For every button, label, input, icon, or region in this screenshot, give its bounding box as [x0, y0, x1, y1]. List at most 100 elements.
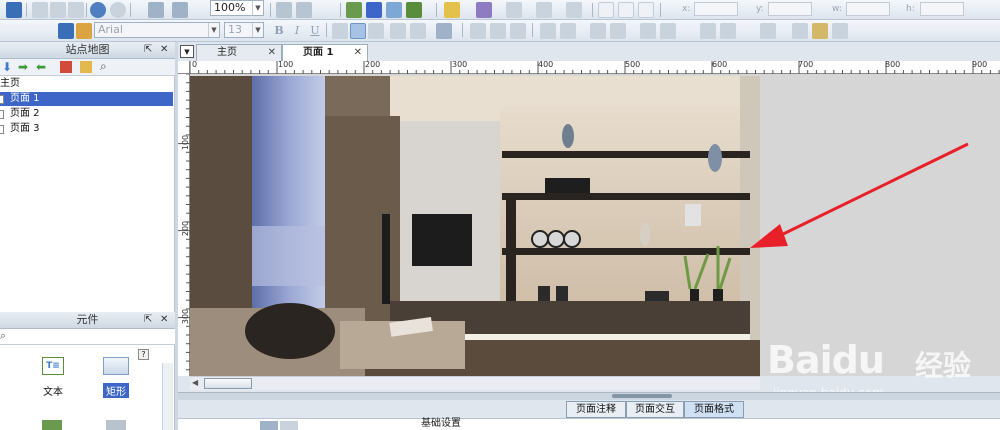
distribute-h-icon[interactable]	[590, 23, 606, 39]
arrange-icon[interactable]	[276, 2, 292, 18]
indent-icon[interactable]: ➡	[18, 60, 28, 74]
bottom-splitter[interactable]	[178, 392, 1000, 400]
widget-rectangle[interactable]: 矩形	[96, 357, 136, 398]
splitter-grip[interactable]	[612, 394, 672, 398]
search-icon[interactable]: ⌕	[100, 59, 107, 74]
tab-page-format[interactable]: 页面格式	[684, 401, 744, 418]
sitemap-title: 站点地图	[65, 43, 110, 56]
publish-icon[interactable]	[406, 2, 422, 18]
cut-icon[interactable]	[32, 2, 48, 18]
h-field[interactable]	[920, 2, 964, 16]
home-icon[interactable]	[812, 23, 828, 39]
align-objects-2-icon[interactable]	[660, 23, 676, 39]
tab-page-interactions[interactable]: 页面交互	[626, 401, 684, 418]
connector-icon[interactable]	[172, 2, 188, 18]
layout-center-icon[interactable]	[280, 421, 298, 430]
close-icon[interactable]: ✕	[268, 45, 276, 60]
widget-search[interactable]: ⌕	[0, 329, 175, 345]
preview-icon[interactable]	[386, 2, 402, 18]
generate-word-icon[interactable]	[366, 2, 382, 18]
widget-text[interactable]: T≡ 文本	[33, 357, 73, 398]
ruler-label: 300	[181, 308, 191, 325]
distribute-v-icon[interactable]	[610, 23, 626, 39]
scroll-thumb[interactable]	[204, 378, 252, 389]
font-family-select[interactable]: Arial ▼	[94, 22, 220, 38]
tree-page-3[interactable]: 页面 3	[0, 122, 173, 136]
format-painter-icon[interactable]	[76, 23, 92, 39]
save-icon[interactable]	[6, 2, 22, 18]
redo-icon[interactable]	[110, 2, 126, 18]
tab-page-1[interactable]: 页面 1 ✕	[282, 44, 368, 61]
tree-page-2[interactable]: 页面 2	[0, 107, 173, 121]
group-icon[interactable]	[410, 23, 426, 39]
send-back-icon[interactable]	[560, 23, 576, 39]
align-left-icon[interactable]	[332, 23, 348, 39]
paragraph-style-icon[interactable]	[58, 23, 74, 39]
living-room-image[interactable]	[190, 76, 760, 376]
widget-placeholder-icon[interactable]	[106, 420, 126, 430]
master-icon[interactable]	[832, 23, 848, 39]
border-top-icon[interactable]	[598, 2, 614, 18]
valign-bottom-icon[interactable]	[510, 23, 526, 39]
help-icon[interactable]: ?	[138, 349, 149, 360]
h-label: h:	[906, 4, 915, 14]
close-icon[interactable]: ✕	[160, 312, 168, 328]
align-right-icon[interactable]	[368, 23, 384, 39]
line-style-icon[interactable]	[536, 2, 552, 18]
format-toolbar: Arial ▼ 13 ▼ B I U	[0, 20, 1000, 42]
bullet-list-icon[interactable]	[390, 23, 406, 39]
scroll-left-icon[interactable]: ◀	[192, 378, 198, 387]
border-middle-icon[interactable]	[618, 2, 634, 18]
page-props-icon[interactable]	[80, 61, 92, 73]
bring-front-icon[interactable]	[540, 23, 556, 39]
tab-page-notes[interactable]: 页面注释	[566, 401, 626, 418]
align-icon[interactable]	[296, 2, 312, 18]
line-width-icon[interactable]	[506, 2, 522, 18]
ungroup-icon[interactable]	[760, 23, 776, 39]
widget-scrollbar[interactable]	[162, 363, 173, 430]
undo-icon[interactable]	[90, 2, 106, 18]
generate-html-icon[interactable]	[346, 2, 362, 18]
tab-home[interactable]: 主页 ✕	[196, 44, 282, 61]
x-field[interactable]	[694, 2, 738, 16]
w-label: w:	[832, 4, 842, 14]
ruler-ticks	[190, 61, 1000, 74]
delete-page-icon[interactable]	[60, 61, 72, 73]
valign-middle-icon[interactable]	[490, 23, 506, 39]
valign-top-icon[interactable]	[470, 23, 486, 39]
outdent-icon[interactable]: ⬅	[36, 60, 46, 74]
layout-left-icon[interactable]	[260, 421, 278, 430]
tab-list-icon[interactable]: ▼	[180, 45, 194, 58]
move-down-icon[interactable]: ⬇	[2, 60, 12, 74]
close-icon[interactable]: ✕	[354, 45, 362, 60]
zoom-select[interactable]: 100% ▼	[210, 0, 264, 16]
arrow-style-icon[interactable]	[566, 2, 582, 18]
y-field[interactable]	[768, 2, 812, 16]
italic-button[interactable]: I	[290, 23, 304, 38]
align-center-icon[interactable]	[350, 23, 366, 39]
bold-button[interactable]: B	[272, 23, 286, 38]
float-panel-icon[interactable]: ⇱	[144, 312, 152, 328]
tree-root[interactable]: 主页	[0, 77, 173, 91]
line-color-icon[interactable]	[476, 2, 492, 18]
close-icon[interactable]: ✕	[160, 42, 168, 58]
unlock-icon[interactable]	[720, 23, 736, 39]
app-window: 100% ▼ x: y: w: h: Arial ▼ 13 ▼ B I U 站点…	[0, 0, 1000, 430]
align-objects-icon[interactable]	[640, 23, 656, 39]
font-size-select[interactable]: 13 ▼	[224, 22, 264, 38]
lock-icon[interactable]	[700, 23, 716, 39]
border-bottom-icon[interactable]	[638, 2, 654, 18]
underline-button[interactable]: U	[308, 23, 322, 38]
paste-icon[interactable]	[68, 2, 84, 18]
float-panel-icon[interactable]: ⇱	[144, 42, 152, 58]
copy-icon[interactable]	[50, 2, 66, 18]
w-field[interactable]	[846, 2, 890, 16]
pointer-icon[interactable]	[148, 2, 164, 18]
tree-page-1[interactable]: 页面 1	[0, 92, 173, 106]
flip-icon[interactable]	[792, 23, 808, 39]
fill-color-icon[interactable]	[444, 2, 460, 18]
widget-image-icon[interactable]	[42, 420, 62, 430]
y-label: y:	[756, 4, 764, 14]
text-color-icon[interactable]	[436, 23, 452, 39]
canvas-hscrollbar[interactable]: ◀	[190, 376, 760, 390]
